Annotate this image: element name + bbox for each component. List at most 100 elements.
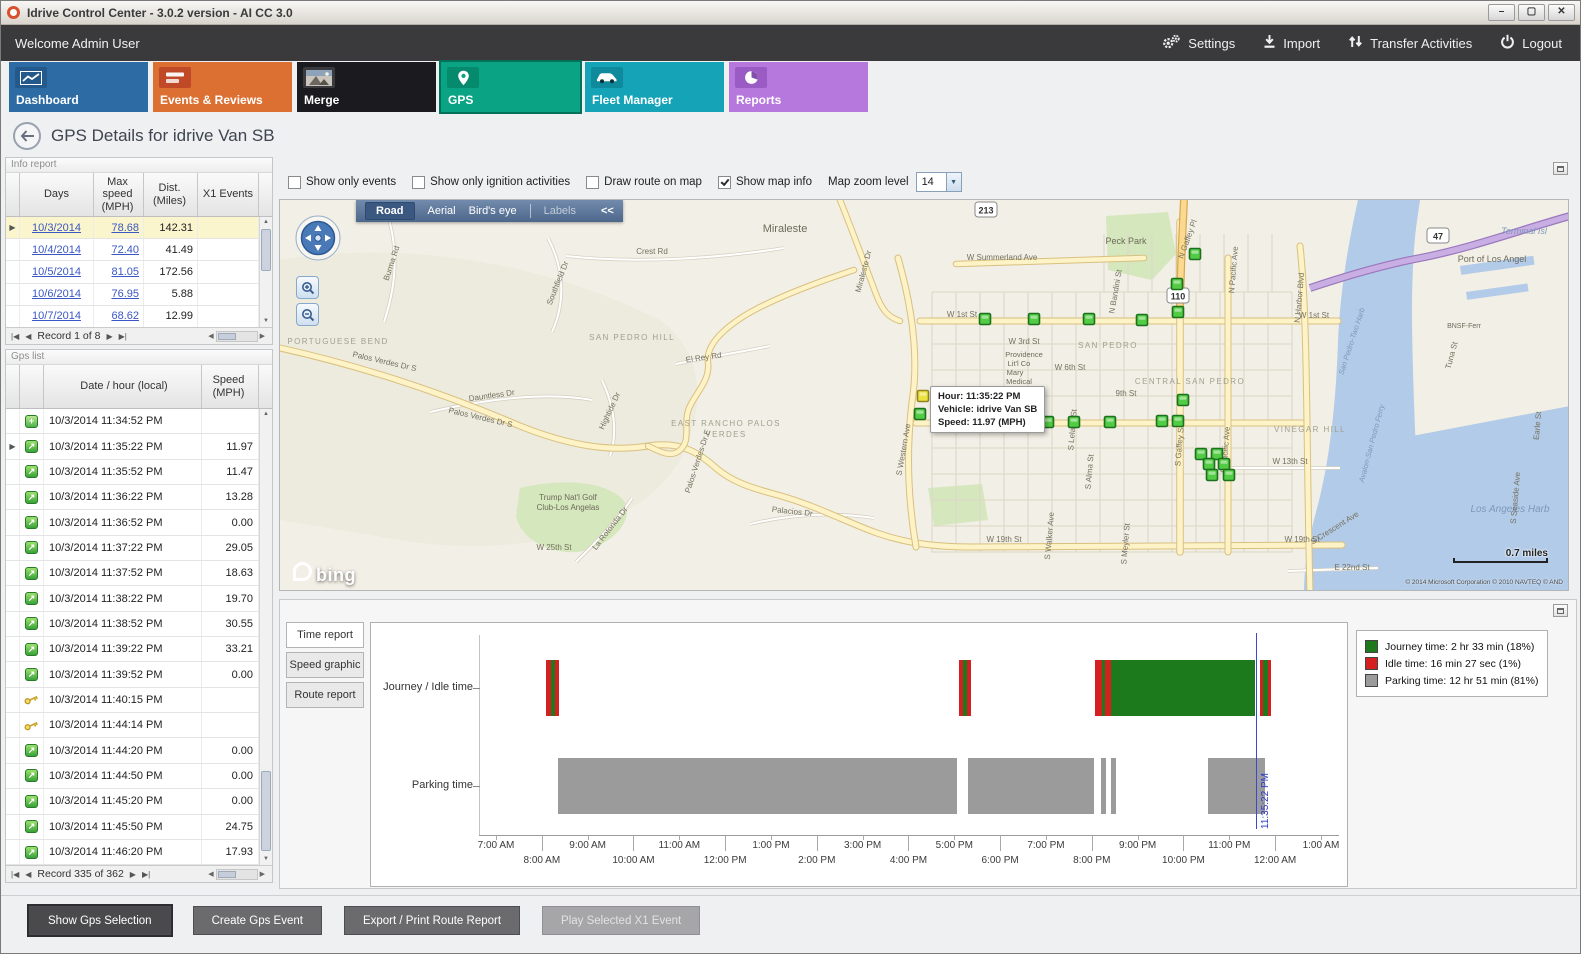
chart-panel-collapse-button[interactable]: [1553, 604, 1568, 617]
gps-marker[interactable]: [1219, 459, 1230, 470]
first-page-button[interactable]: |◀: [11, 332, 19, 341]
gps-list-row[interactable]: ↗10/3/2014 11:36:22 PM13.28: [6, 485, 259, 510]
footer-button-export-print-route-report[interactable]: Export / Print Route Report: [344, 906, 520, 935]
gps-marker[interactable]: [1029, 314, 1040, 325]
gps-list-row[interactable]: ↗10/3/2014 11:37:22 PM29.05: [6, 536, 259, 561]
nav-tile-gps[interactable]: GPS: [441, 62, 580, 112]
gps-list-row[interactable]: ▶↗10/3/2014 11:35:22 PM11.97: [6, 434, 259, 459]
last-page-button[interactable]: ▶|: [119, 332, 127, 341]
minimize-button[interactable]: –: [1488, 4, 1515, 21]
max-speed-link[interactable]: 78.68: [111, 222, 139, 234]
gps-list-row[interactable]: ↗10/3/2014 11:39:22 PM33.21: [6, 637, 259, 662]
gps-marker[interactable]: [980, 314, 991, 325]
checkbox-box[interactable]: [586, 176, 599, 189]
footer-button-show-gps-selection[interactable]: Show Gps Selection: [29, 906, 171, 935]
prev-page-button[interactable]: ◀: [25, 332, 31, 341]
last-page-button[interactable]: ▶|: [142, 870, 150, 879]
gps-marker[interactable]: [1178, 395, 1189, 406]
chevron-down-icon[interactable]: ▼: [946, 173, 961, 191]
gps-list-row[interactable]: 10/3/2014 11:44:14 PM: [6, 713, 259, 738]
info-report-row[interactable]: 10/4/201472.4041.49: [6, 239, 259, 261]
hscroll-thumb[interactable]: [218, 333, 236, 340]
column-header[interactable]: Max speed (MPH): [94, 173, 144, 216]
zoom-out-button[interactable]: [296, 303, 319, 326]
hscroll-track[interactable]: [216, 869, 258, 880]
tab-speed-graphic[interactable]: Speed graphic: [286, 652, 364, 678]
map-zoom-dropdown[interactable]: 14 ▼: [916, 172, 962, 192]
gps-marker[interactable]: [915, 409, 926, 420]
info-report-row[interactable]: 10/7/201468.6212.99: [6, 306, 259, 327]
max-speed-link[interactable]: 81.05: [111, 266, 139, 278]
gps-list-row[interactable]: ↗10/3/2014 11:38:22 PM19.70: [6, 586, 259, 611]
settings-button[interactable]: Settings: [1161, 34, 1235, 53]
day-link[interactable]: 10/5/2014: [32, 266, 81, 278]
logout-button[interactable]: Logout: [1500, 34, 1562, 52]
checkbox-show-only-ignition-activities[interactable]: Show only ignition activities: [412, 176, 570, 189]
next-page-button[interactable]: ▶: [106, 332, 112, 341]
map-view-bird-s-eye[interactable]: Bird's eye: [469, 205, 517, 217]
gps-marker[interactable]: [1224, 470, 1235, 481]
gps-list-row[interactable]: ↗10/3/2014 11:39:52 PM0.00: [6, 662, 259, 687]
map-panel-collapse-button[interactable]: [1553, 162, 1568, 175]
day-link[interactable]: 10/3/2014: [32, 222, 81, 234]
info-report-vscrollbar[interactable]: ▲▼: [259, 217, 272, 327]
checkbox-box[interactable]: [718, 176, 731, 189]
gps-list-row[interactable]: ↗10/3/2014 11:46:20 PM17.93: [6, 840, 259, 865]
back-button[interactable]: [13, 122, 41, 150]
tab-time-report[interactable]: Time report: [286, 622, 364, 648]
hscroll-left[interactable]: ◀: [206, 332, 215, 340]
checkbox-show-map-info[interactable]: Show map info: [718, 176, 812, 189]
nav-tile-dashboard[interactable]: Dashboard: [9, 62, 148, 112]
info-report-row[interactable]: 10/5/201481.05172.56: [6, 261, 259, 283]
gps-list-row[interactable]: ↗10/3/2014 11:37:52 PM18.63: [6, 561, 259, 586]
info-report-row[interactable]: ▶10/3/201478.68142.31: [6, 217, 259, 239]
map-compass-control[interactable]: [294, 214, 342, 267]
max-speed-link[interactable]: 76.95: [111, 288, 139, 300]
day-link[interactable]: 10/6/2014: [32, 288, 81, 300]
gps-marker[interactable]: [1137, 315, 1148, 326]
info-report-row[interactable]: 10/6/201476.955.88: [6, 284, 259, 306]
column-header[interactable]: Date / hour (local): [44, 365, 202, 408]
gps-marker[interactable]: [1173, 307, 1184, 318]
nav-tile-merge[interactable]: Merge: [297, 62, 436, 112]
nav-tile-fleet[interactable]: Fleet Manager: [585, 62, 724, 112]
hscroll-left[interactable]: ◀: [206, 870, 215, 878]
gps-marker[interactable]: [1173, 416, 1184, 427]
gps-marker[interactable]: [1172, 279, 1183, 290]
gps-list-row[interactable]: ↗10/3/2014 11:45:20 PM0.00: [6, 789, 259, 814]
first-page-button[interactable]: |◀: [11, 870, 19, 879]
tab-route-report[interactable]: Route report: [286, 682, 364, 708]
next-page-button[interactable]: ▶: [130, 870, 136, 879]
map-nav-collapse-button[interactable]: <<: [601, 205, 614, 217]
max-speed-link[interactable]: 68.62: [111, 310, 139, 322]
close-button[interactable]: ✕: [1548, 4, 1575, 21]
nav-tile-events[interactable]: Events & Reviews: [153, 62, 292, 112]
gps-marker[interactable]: [1204, 459, 1215, 470]
map-view-aerial[interactable]: Aerial: [428, 205, 456, 217]
prev-page-button[interactable]: ◀: [25, 870, 31, 879]
gps-marker[interactable]: [1069, 417, 1080, 428]
day-link[interactable]: 10/4/2014: [32, 244, 81, 256]
checkbox-show-only-events[interactable]: Show only events: [288, 176, 396, 189]
column-header[interactable]: Days: [20, 173, 94, 216]
map-panel[interactable]: MiralestePeck ParkW Summerland AveCrest …: [279, 199, 1569, 591]
checkbox-draw-route-on-map[interactable]: Draw route on map: [586, 176, 702, 189]
column-header[interactable]: Dist. (Miles): [144, 173, 198, 216]
gps-marker[interactable]: [1207, 470, 1218, 481]
gps-list-row[interactable]: ↗10/3/2014 11:35:52 PM11.47: [6, 460, 259, 485]
gps-marker[interactable]: [1190, 249, 1201, 260]
import-button[interactable]: Import: [1263, 34, 1320, 52]
gps-marker[interactable]: [1084, 314, 1095, 325]
transfer-button[interactable]: Transfer Activities: [1348, 34, 1472, 52]
gps-list-vscrollbar[interactable]: ▲▼: [259, 409, 272, 865]
gps-list-row[interactable]: ↗10/3/2014 11:44:20 PM0.00: [6, 738, 259, 763]
hscroll-thumb[interactable]: [218, 871, 236, 878]
nav-tile-reports[interactable]: Reports: [729, 62, 868, 112]
gps-marker[interactable]: [1157, 416, 1168, 427]
gps-list-row[interactable]: ↗10/3/2014 11:36:52 PM0.00: [6, 510, 259, 535]
footer-button-create-gps-event[interactable]: Create Gps Event: [193, 906, 322, 935]
day-link[interactable]: 10/7/2014: [32, 310, 81, 322]
hscroll-right[interactable]: ▶: [258, 332, 267, 340]
zoom-in-button[interactable]: [296, 276, 319, 299]
column-header[interactable]: Speed (MPH): [202, 365, 259, 408]
